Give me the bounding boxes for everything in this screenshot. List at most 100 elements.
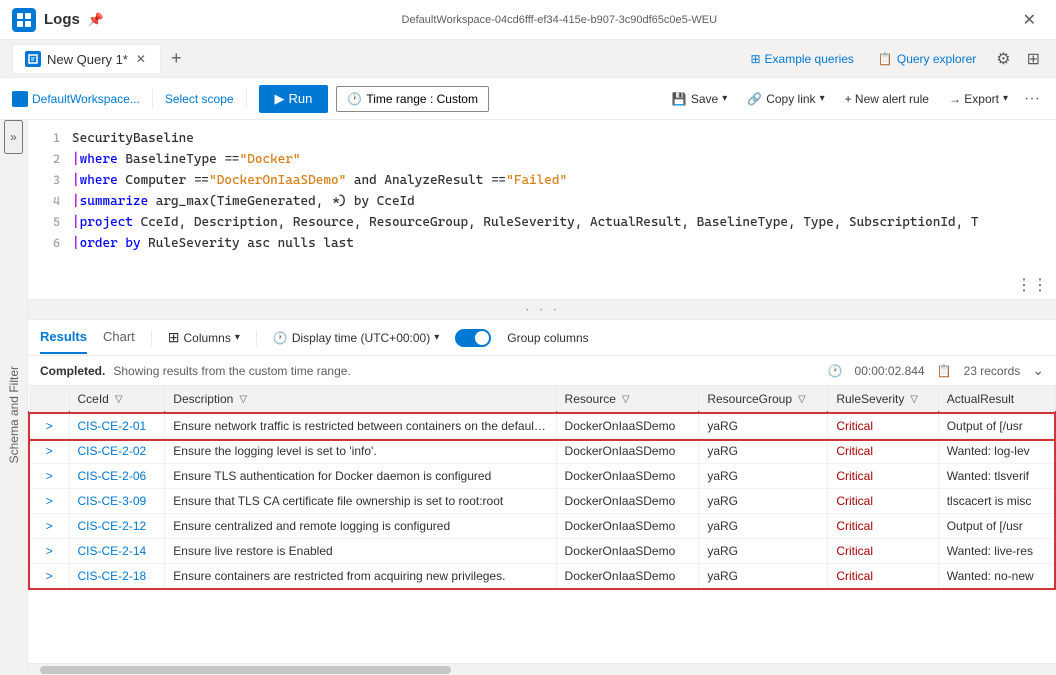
add-tab-button[interactable]: + bbox=[165, 46, 188, 71]
description-cell: Ensure live restore is Enabled bbox=[165, 539, 556, 564]
expand-row-button[interactable]: > bbox=[46, 569, 53, 583]
table-container: CceId▽ Description▽ Resource▽ ResourceGr… bbox=[28, 386, 1056, 663]
code-token-pipe: | bbox=[72, 234, 80, 254]
resourcegroup-cell: yaRG bbox=[699, 489, 828, 514]
resource-cell: DockerOnIaaSDemo bbox=[556, 514, 699, 539]
code-token-pipe: | bbox=[72, 213, 80, 233]
col-header-actualresult[interactable]: ActualResult bbox=[938, 386, 1055, 413]
code-line-6: 6 | order by RuleSeverity asc nulls last bbox=[28, 233, 1056, 254]
expand-cell[interactable]: > bbox=[29, 413, 69, 439]
col-header-ruleseverity[interactable]: RuleSeverity▽ bbox=[828, 386, 938, 413]
tab-bar-left: New Query 1* ✕ + bbox=[12, 44, 188, 73]
title-bar: Logs 📌 DefaultWorkspace-04cd6fff-ef34-41… bbox=[0, 0, 1056, 40]
display-time-button[interactable]: 🕐 Display time (UTC+00:00) ▾ bbox=[273, 331, 439, 345]
col-header-resourcegroup[interactable]: ResourceGroup▽ bbox=[699, 386, 828, 413]
resize-arrow-button[interactable]: ⋮⋮ bbox=[1016, 275, 1048, 295]
tab-chart[interactable]: Chart bbox=[103, 321, 135, 354]
example-queries-icon: ⊞ bbox=[750, 52, 760, 66]
cceid-cell: CIS-CE-2-02 bbox=[69, 439, 165, 464]
code-token-text2: and AnalyzeResult == bbox=[346, 171, 506, 191]
code-editor[interactable]: 1 SecurityBaseline 2 | where BaselineTyp… bbox=[28, 120, 1056, 300]
tab-results[interactable]: Results bbox=[40, 321, 87, 354]
col-header-cceid-label[interactable]: CceId▽ bbox=[69, 386, 165, 413]
settings-button[interactable]: ⚙ bbox=[992, 45, 1014, 73]
expand-row-button[interactable]: > bbox=[46, 469, 53, 483]
expand-cell[interactable]: > bbox=[29, 464, 69, 489]
expand-results-button[interactable]: ⌄ bbox=[1032, 362, 1044, 379]
query-explorer-button[interactable]: 📋 Query explorer bbox=[870, 48, 984, 70]
resource-cell: DockerOnIaaSDemo bbox=[556, 464, 699, 489]
table-header-row: CceId▽ Description▽ Resource▽ ResourceGr… bbox=[29, 386, 1055, 413]
group-columns-toggle[interactable] bbox=[455, 329, 491, 347]
time-range-button[interactable]: 🕐 Time range : Custom bbox=[336, 86, 489, 112]
workspace-icon bbox=[12, 91, 28, 107]
time-chevron-icon: ▾ bbox=[434, 332, 439, 343]
run-button[interactable]: ▶ Run bbox=[259, 85, 329, 113]
expand-cell[interactable]: > bbox=[29, 564, 69, 590]
query-tab[interactable]: New Query 1* ✕ bbox=[12, 44, 161, 73]
split-button[interactable]: ⊞ bbox=[1023, 45, 1044, 73]
workspace-name: DefaultWorkspace... bbox=[32, 92, 140, 106]
collapse-button[interactable]: » bbox=[4, 120, 23, 154]
actualresult-cell: Output of [/usr bbox=[938, 514, 1055, 539]
code-token-string2: "Failed" bbox=[506, 171, 567, 191]
tab-separator bbox=[151, 330, 152, 346]
expand-cell[interactable]: > bbox=[29, 539, 69, 564]
expand-row-button[interactable]: > bbox=[46, 444, 53, 458]
actualresult-cell: Wanted: no-new bbox=[938, 564, 1055, 590]
pin-icon[interactable]: 📌 bbox=[88, 12, 104, 28]
table-row: > CIS-CE-2-14 Ensure live restore is Ena… bbox=[29, 539, 1055, 564]
resource-cell: DockerOnIaaSDemo bbox=[556, 539, 699, 564]
status-right: 🕐 00:00:02.844 📋 23 records ⌄ bbox=[828, 362, 1044, 379]
severity-filter-icon[interactable]: ▽ bbox=[910, 394, 918, 405]
copy-link-icon: 🔗 bbox=[747, 92, 762, 106]
schema-filter-label[interactable]: Schema and Filter bbox=[3, 354, 25, 475]
table-icon: 📋 bbox=[937, 364, 952, 378]
resize-handle[interactable]: · · · bbox=[28, 300, 1056, 320]
description-cell: Ensure TLS authentication for Docker dae… bbox=[165, 464, 556, 489]
resource-filter-icon[interactable]: ▽ bbox=[622, 394, 630, 405]
expand-row-button[interactable]: > bbox=[46, 519, 53, 533]
copy-chevron-icon: ▾ bbox=[820, 93, 825, 104]
table-row: > CIS-CE-2-02 Ensure the logging level i… bbox=[29, 439, 1055, 464]
time-range-icon: 🕐 bbox=[347, 92, 362, 106]
desc-filter-icon[interactable]: ▽ bbox=[239, 394, 247, 405]
columns-button[interactable]: ⊞ Columns ▾ bbox=[168, 329, 240, 346]
expand-cell[interactable]: > bbox=[29, 514, 69, 539]
resource-cell: DockerOnIaaSDemo bbox=[556, 489, 699, 514]
severity-cell: Critical bbox=[828, 564, 938, 590]
code-line-4: 4 | summarize arg_max(TimeGenerated, *) … bbox=[28, 191, 1056, 212]
columns-icon: ⊞ bbox=[168, 329, 180, 346]
expand-row-button[interactable]: > bbox=[46, 494, 53, 508]
line-number: 4 bbox=[36, 191, 60, 211]
severity-cell: Critical bbox=[828, 514, 938, 539]
close-button[interactable]: ✕ bbox=[1015, 6, 1044, 34]
new-alert-button[interactable]: + New alert rule bbox=[837, 88, 937, 110]
expand-cell[interactable]: > bbox=[29, 439, 69, 464]
example-queries-button[interactable]: ⊞ Example queries bbox=[742, 48, 861, 70]
col-header-description[interactable]: Description▽ bbox=[165, 386, 556, 413]
tab-close-button[interactable]: ✕ bbox=[134, 52, 148, 66]
title-bar-left: Logs 📌 bbox=[12, 8, 104, 32]
export-button[interactable]: → Export ▾ bbox=[941, 88, 1016, 110]
rg-filter-icon[interactable]: ▽ bbox=[798, 394, 806, 405]
workspace-path: DefaultWorkspace-04cd6fff-ef34-415e-b907… bbox=[402, 14, 718, 26]
horizontal-scrollbar[interactable] bbox=[28, 663, 1056, 675]
expand-row-button[interactable]: > bbox=[46, 544, 53, 558]
expand-cell[interactable]: > bbox=[29, 489, 69, 514]
results-area: Results Chart ⊞ Columns ▾ 🕐 Display time… bbox=[28, 320, 1056, 675]
col-header-resource[interactable]: Resource▽ bbox=[556, 386, 699, 413]
resourcegroup-cell: yaRG bbox=[699, 439, 828, 464]
more-options-button[interactable]: ··· bbox=[1020, 86, 1044, 112]
left-sidebar: » Schema and Filter bbox=[0, 120, 28, 675]
expand-row-button[interactable]: > bbox=[46, 419, 53, 433]
toolbar-right: 💾 Save ▾ 🔗 Copy link ▾ + New alert rule … bbox=[664, 86, 1044, 112]
tab-label: New Query 1* bbox=[47, 52, 128, 67]
copy-link-button[interactable]: 🔗 Copy link ▾ bbox=[739, 88, 832, 110]
cceid-filter-icon[interactable]: ▽ bbox=[115, 394, 123, 405]
workspace-selector: DefaultWorkspace... bbox=[12, 91, 140, 107]
save-button[interactable]: 💾 Save ▾ bbox=[664, 88, 735, 110]
code-token-text: BaselineType == bbox=[118, 150, 240, 170]
code-token-text: Computer == bbox=[118, 171, 209, 191]
select-scope-button[interactable]: Select scope bbox=[165, 92, 234, 106]
